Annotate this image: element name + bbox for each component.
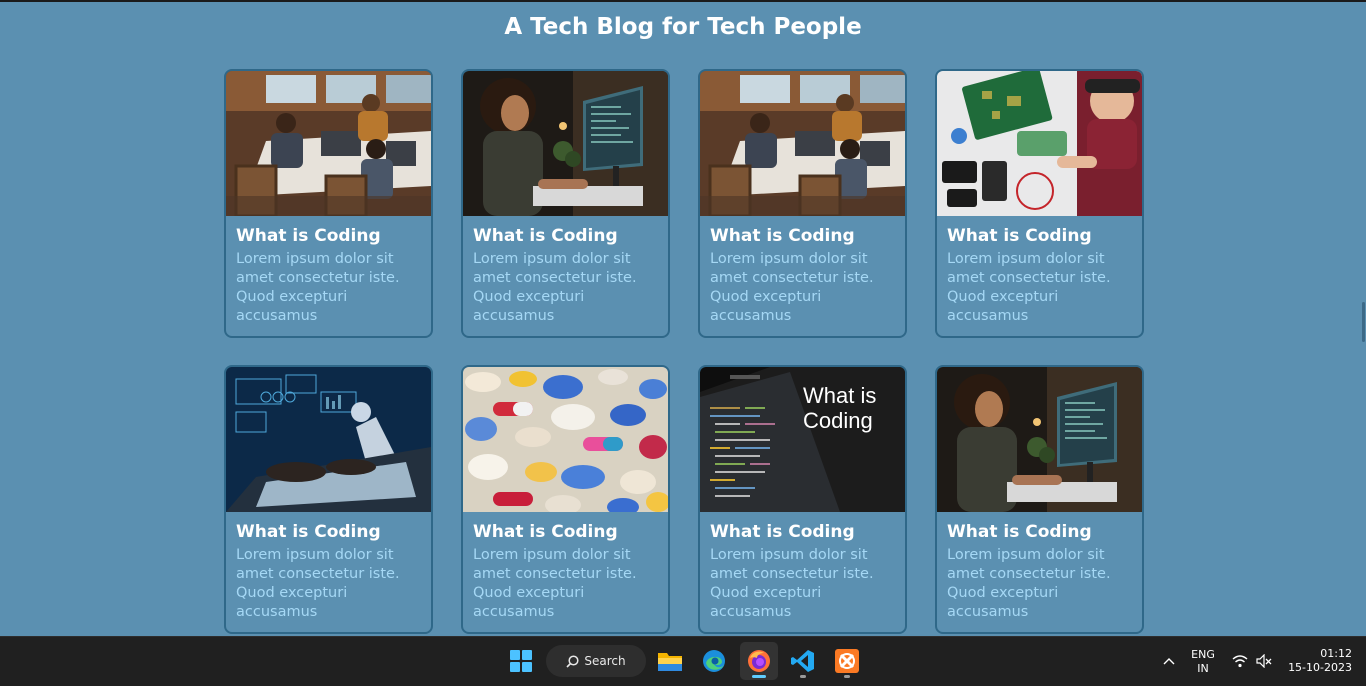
taskbar: Search ENG IN 01:12 15-10-2023 bbox=[0, 636, 1366, 686]
card-title: What is Coding bbox=[710, 522, 855, 542]
network-volume-button[interactable] bbox=[1228, 642, 1276, 680]
page-scrollbar[interactable] bbox=[1361, 2, 1366, 635]
vscode-button[interactable] bbox=[787, 642, 819, 680]
blog-card[interactable]: What is Coding What is Coding Lorem ipsu… bbox=[698, 365, 907, 634]
start-button[interactable] bbox=[505, 642, 537, 680]
file-explorer-icon bbox=[658, 653, 682, 671]
blog-card[interactable]: What is Coding Lorem ipsum dolor sit ame… bbox=[224, 365, 433, 634]
page-title: A Tech Blog for Tech People bbox=[504, 14, 862, 40]
blog-card[interactable]: What is Coding Lorem ipsum dolor sit ame… bbox=[224, 69, 433, 338]
blog-card[interactable]: What is Coding Lorem ipsum dolor sit ame… bbox=[698, 69, 907, 338]
team-coworking-image bbox=[700, 71, 905, 216]
input-language-indicator[interactable]: ENG IN bbox=[1186, 648, 1220, 676]
woman-at-computer-image bbox=[937, 367, 1142, 512]
card-text: Lorem ipsum dolor sit amet consectetur i… bbox=[473, 547, 637, 620]
card-title: What is Coding bbox=[236, 522, 381, 542]
code-editor-image: What is Coding bbox=[700, 367, 905, 512]
vscode-icon bbox=[791, 650, 814, 672]
blog-card[interactable]: What is Coding Lorem ipsum dolor sit ame… bbox=[461, 365, 670, 634]
wifi-icon bbox=[1232, 655, 1248, 668]
electronics-repair-image bbox=[937, 71, 1142, 216]
window-top-border bbox=[0, 0, 1366, 2]
scrollbar-thumb[interactable] bbox=[1362, 302, 1365, 342]
running-app-indicator bbox=[844, 675, 850, 678]
woman-at-computer-image bbox=[463, 71, 668, 216]
colorful-pills-image bbox=[463, 367, 668, 512]
card-title: What is Coding bbox=[473, 522, 618, 542]
team-coworking-image bbox=[226, 71, 431, 216]
search-label: Search bbox=[584, 654, 626, 668]
edge-icon bbox=[703, 650, 725, 672]
running-app-indicator bbox=[800, 675, 806, 678]
blog-card[interactable]: What is Coding Lorem ipsum dolor sit ame… bbox=[461, 69, 670, 338]
card-text: Lorem ipsum dolor sit amet consectetur i… bbox=[236, 251, 400, 324]
clock[interactable]: 01:12 15-10-2023 bbox=[1282, 647, 1352, 675]
firefox-icon bbox=[748, 650, 770, 672]
card-title: What is Coding bbox=[473, 226, 618, 246]
clock-date: 15-10-2023 bbox=[1288, 661, 1352, 674]
chevron-up-icon bbox=[1163, 658, 1175, 665]
ai-laptop-image bbox=[226, 367, 431, 512]
card-title: What is Coding bbox=[947, 226, 1092, 246]
card-title: What is Coding bbox=[947, 522, 1092, 542]
clock-time: 01:12 bbox=[1320, 647, 1352, 660]
show-hidden-icons-button[interactable] bbox=[1158, 642, 1180, 680]
file-explorer-button[interactable] bbox=[654, 642, 686, 680]
language-label: ENG bbox=[1191, 648, 1215, 661]
taskbar-search-button[interactable]: Search bbox=[546, 645, 646, 677]
xampp-button[interactable] bbox=[831, 642, 863, 680]
firefox-button[interactable] bbox=[740, 642, 778, 680]
start-icon bbox=[510, 650, 532, 672]
region-label: IN bbox=[1197, 662, 1209, 675]
image-overlay-text: What is Coding bbox=[803, 383, 877, 433]
speaker-muted-icon bbox=[1256, 654, 1272, 668]
card-text: Lorem ipsum dolor sit amet consectetur i… bbox=[710, 251, 874, 324]
card-text: Lorem ipsum dolor sit amet consectetur i… bbox=[473, 251, 637, 324]
search-icon bbox=[566, 654, 579, 668]
card-text: Lorem ipsum dolor sit amet consectetur i… bbox=[710, 547, 874, 620]
card-text: Lorem ipsum dolor sit amet consectetur i… bbox=[947, 251, 1111, 324]
card-title: What is Coding bbox=[236, 226, 381, 246]
card-text: Lorem ipsum dolor sit amet consectetur i… bbox=[947, 547, 1111, 620]
edge-button[interactable] bbox=[698, 642, 730, 680]
blog-card[interactable]: What is Coding Lorem ipsum dolor sit ame… bbox=[935, 69, 1144, 338]
active-app-indicator bbox=[752, 675, 766, 678]
blog-card[interactable]: What is Coding Lorem ipsum dolor sit ame… bbox=[935, 365, 1144, 634]
card-text: Lorem ipsum dolor sit amet consectetur i… bbox=[236, 547, 400, 620]
card-title: What is Coding bbox=[710, 226, 855, 246]
xampp-icon bbox=[835, 649, 859, 673]
